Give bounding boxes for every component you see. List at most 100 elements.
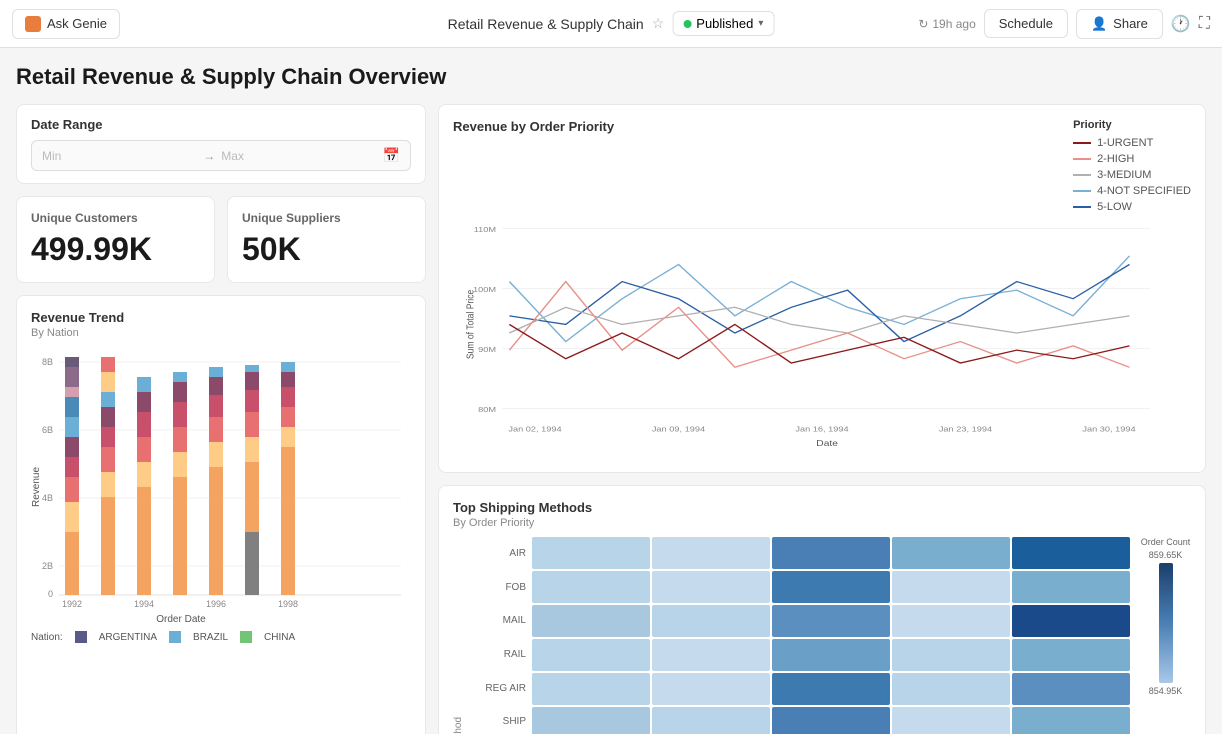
- topbar: Ask Genie Retail Revenue & Supply Chain …: [0, 0, 1222, 48]
- heatmap-cell: [772, 537, 890, 569]
- svg-text:Order Date: Order Date: [156, 614, 206, 625]
- legend-item-high: 2-HIGH: [1073, 153, 1191, 165]
- svg-text:Jan 23, 1994: Jan 23, 1994: [939, 424, 993, 433]
- svg-text:Sum of Total Price: Sum of Total Price: [465, 290, 477, 359]
- svg-text:Jan 16, 1994: Jan 16, 1994: [795, 424, 849, 433]
- published-badge[interactable]: Published ▾: [672, 11, 774, 36]
- y-label-air: AIR: [474, 548, 526, 559]
- refresh-icon: ↻: [918, 17, 928, 31]
- chevron-down-icon: ▾: [758, 18, 763, 29]
- y-label-rail: RAIL: [474, 649, 526, 660]
- fullscreen-icon[interactable]: ⛶: [1199, 15, 1210, 33]
- date-range-inputs[interactable]: Min → Max 📅: [31, 140, 411, 171]
- heatmap-cell: [652, 707, 770, 734]
- line-chart-svg: 110M 100M 90M 80M: [453, 213, 1191, 453]
- legend-title: Priority: [1073, 119, 1191, 131]
- china-swatch: [240, 631, 252, 643]
- genie-icon: [25, 16, 41, 32]
- legend-min: 854.95K: [1149, 686, 1183, 696]
- date-max-input[interactable]: Max: [221, 149, 376, 163]
- heatmap-cell: [772, 707, 890, 734]
- china-label: CHINA: [264, 632, 295, 643]
- y-label-regair: REG AIR: [474, 683, 526, 694]
- heatmap-cell: [652, 571, 770, 603]
- heatmap-layout: Shipping Method AIR FOB MAIL RAIL REG AI…: [453, 537, 1191, 734]
- svg-text:Jan 30, 1994: Jan 30, 1994: [1082, 424, 1136, 433]
- heatmap-main: 1-URGENT 2-HIGH 3-MEDIUM 4-NOT SPECIFIED…: [532, 537, 1130, 734]
- heatmap-cell: [652, 639, 770, 671]
- share-icon: 👤: [1091, 16, 1107, 32]
- heatmap-cell: [1012, 537, 1130, 569]
- heatmap-cell: [532, 571, 650, 603]
- legend-gradient-bar: [1159, 563, 1173, 683]
- heatmap-subtitle: By Order Priority: [453, 517, 1191, 529]
- heatmap-cell: [532, 605, 650, 637]
- heatmap-card: Top Shipping Methods By Order Priority S…: [438, 485, 1206, 734]
- schedule-button[interactable]: Schedule: [984, 9, 1068, 38]
- metrics-row: Unique Customers 499.99K Unique Supplier…: [16, 196, 426, 283]
- line-chart-header: Revenue by Order Priority Priority 1-URG…: [453, 119, 1191, 213]
- not-specified-label: 4-NOT SPECIFIED: [1097, 185, 1191, 197]
- published-dot: [683, 20, 691, 28]
- legend-item-urgent: 1-URGENT: [1073, 137, 1191, 149]
- suppliers-card: Unique Suppliers 50K: [227, 196, 426, 283]
- line-chart-title: Revenue by Order Priority: [453, 119, 614, 134]
- calendar-icon[interactable]: 📅: [383, 147, 400, 164]
- heatmap-cell: [772, 571, 890, 603]
- line-chart-legend: Priority 1-URGENT 2-HIGH 3-MEDIUM: [1073, 119, 1191, 213]
- published-label: Published: [696, 16, 753, 31]
- star-icon[interactable]: ☆: [652, 15, 665, 32]
- brazil-label: BRAZIL: [193, 632, 228, 643]
- low-line-icon: [1073, 206, 1091, 208]
- bar-chart-area: 8B 6B 4B 2B 0: [31, 347, 411, 627]
- low-label: 5-LOW: [1097, 201, 1132, 213]
- svg-text:1998: 1998: [278, 599, 298, 609]
- argentina-swatch: [75, 631, 87, 643]
- page-title: Retail Revenue & Supply Chain Overview: [16, 64, 1206, 90]
- high-line-icon: [1073, 158, 1091, 160]
- legend-max: 859.65K: [1149, 550, 1183, 560]
- heatmap-cell: [892, 537, 1010, 569]
- heatmap-cell: [892, 673, 1010, 705]
- line-chart-card: Revenue by Order Priority Priority 1-URG…: [438, 104, 1206, 473]
- heatmap-cell: [892, 571, 1010, 603]
- legend-item-medium: 3-MEDIUM: [1073, 169, 1191, 181]
- heatmap-cell: [772, 605, 890, 637]
- svg-text:6B: 6B: [42, 425, 53, 435]
- svg-text:0: 0: [48, 589, 53, 599]
- not-specified-line-icon: [1073, 190, 1091, 192]
- date-arrow-icon: →: [203, 149, 215, 163]
- legend-item-low: 5-LOW: [1073, 201, 1191, 213]
- high-label: 2-HIGH: [1097, 153, 1134, 165]
- history-icon[interactable]: 🕐: [1171, 14, 1191, 34]
- svg-text:1994: 1994: [134, 599, 154, 609]
- heatmap-y-labels: AIR FOB MAIL RAIL REG AIR SHIP TRUCK: [474, 537, 526, 734]
- customers-value: 499.99K: [31, 231, 200, 268]
- dashboard-title: Retail Revenue & Supply Chain: [448, 16, 644, 32]
- heatmap-cell: [532, 639, 650, 671]
- customers-card: Unique Customers 499.99K: [16, 196, 215, 283]
- share-button[interactable]: 👤 Share: [1076, 9, 1163, 39]
- heatmap-title: Top Shipping Methods: [453, 500, 1191, 515]
- svg-text:Jan 02, 1994: Jan 02, 1994: [508, 424, 562, 433]
- ask-genie-button[interactable]: Ask Genie: [12, 9, 120, 39]
- heatmap-y-axis-label: Shipping Method: [453, 537, 464, 734]
- heatmap-cell: [892, 707, 1010, 734]
- date-min-input[interactable]: Min: [42, 149, 197, 163]
- svg-text:80M: 80M: [478, 405, 496, 414]
- legend-item-not-specified: 4-NOT SPECIFIED: [1073, 185, 1191, 197]
- suppliers-value: 50K: [242, 231, 411, 268]
- svg-text:1996: 1996: [206, 599, 226, 609]
- argentina-label: ARGENTINA: [99, 632, 157, 643]
- y-label-ship: SHIP: [474, 716, 526, 727]
- legend-title: Order Count: [1141, 537, 1191, 547]
- date-range-label: Date Range: [31, 117, 411, 132]
- heatmap-cell: [892, 605, 1010, 637]
- heatmap-cell: [1012, 673, 1130, 705]
- nation-legend: Nation: ARGENTINA BRAZIL CHINA: [31, 631, 411, 643]
- heatmap-cell: [1012, 639, 1130, 671]
- heatmap-cell: [772, 673, 890, 705]
- heatmap-grid: [532, 537, 1130, 734]
- revenue-trend-title: Revenue Trend: [31, 310, 411, 325]
- medium-line-icon: [1073, 174, 1091, 176]
